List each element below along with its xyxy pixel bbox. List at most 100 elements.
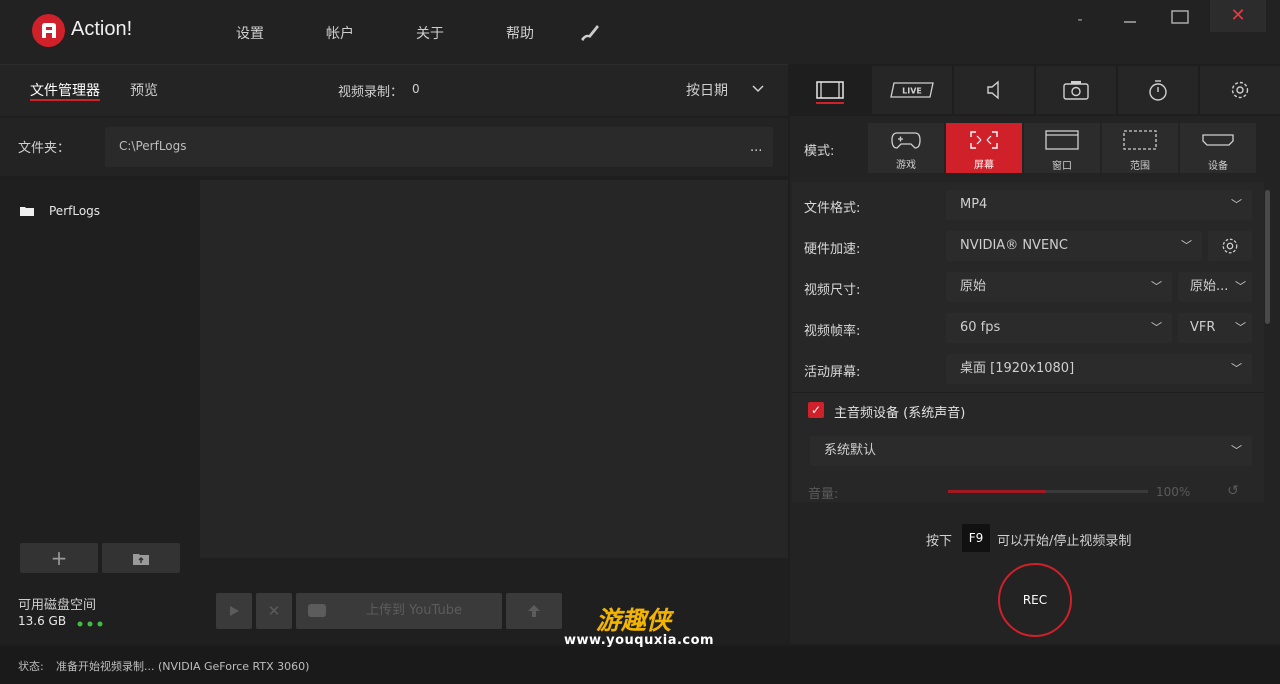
audio-device-value: 系统默认 [824, 443, 877, 458]
chevron-down-icon: ﹀ [1181, 239, 1192, 252]
tab-audio[interactable] [954, 66, 1034, 114]
speaker-icon [987, 80, 999, 100]
maximize-button[interactable] [1152, 4, 1208, 36]
hint-suffix: 可以开始/停止视频录制 [997, 534, 1132, 549]
hw-accel-label: 硬件加速: [804, 242, 861, 257]
tab-video-record[interactable] [790, 66, 870, 114]
video-size-label: 视频尺寸: [804, 283, 861, 298]
upload-button[interactable] [506, 593, 562, 629]
upload-youtube-button[interactable]: 上传到 YouTube [296, 593, 502, 629]
menu-about[interactable]: 关于 [416, 23, 444, 43]
tab-settings[interactable] [1200, 66, 1280, 114]
active-screen-label: 活动屏幕: [804, 365, 861, 380]
chevron-down-icon[interactable] [752, 82, 764, 98]
record-button[interactable]: REC [998, 563, 1072, 637]
settings-scrollbar[interactable] [1265, 190, 1270, 324]
mode-screen[interactable]: 屏幕 [946, 123, 1022, 173]
film-icon [816, 81, 844, 99]
close-button[interactable]: ✕ [1210, 0, 1266, 32]
active-right-tab-indicator [816, 102, 844, 104]
chevron-down-icon: ﹀ [1231, 198, 1242, 211]
folder-icon [20, 205, 34, 221]
video-size-value: 原始 [960, 279, 987, 294]
chevron-down-icon: ﹀ [1151, 321, 1162, 334]
hint-prefix: 按下 [926, 534, 953, 549]
menu-account[interactable]: 帐户 [326, 23, 354, 43]
disk-space-label: 可用磁盘空间 [18, 598, 97, 613]
video-size-dropdown[interactable]: 原始 ﹀ [946, 272, 1172, 302]
mode-region[interactable]: 范围 [1102, 123, 1178, 173]
minimize-button[interactable] [1102, 4, 1158, 36]
mode-game-label: 游戏 [896, 160, 916, 171]
folder-browse-button[interactable]: ... [750, 140, 762, 155]
sort-dropdown[interactable]: 按日期 [686, 80, 728, 100]
delete-button[interactable]: ✕ [256, 593, 292, 629]
video-preview-area [200, 180, 788, 558]
watermark-url: www.youquxia.com [564, 633, 715, 648]
folder-tree [0, 180, 200, 644]
chevron-down-icon: ﹀ [1231, 362, 1242, 375]
volume-slider-fill [948, 490, 1046, 493]
reset-icon[interactable]: ↺ [1222, 480, 1244, 502]
tab-preview[interactable]: 预览 [130, 80, 158, 100]
tree-item-perflogs[interactable]: PerfLogs [49, 204, 100, 218]
file-format-value: MP4 [960, 197, 988, 212]
main-audio-label: 主音频设备 (系统声音) [834, 406, 966, 421]
camera-icon [1063, 81, 1089, 100]
video-size-mode-value: 原始... [1190, 279, 1229, 294]
volume-label: 音量: [808, 487, 839, 502]
tab-screenshot[interactable] [1036, 66, 1116, 114]
disk-status-dots-icon [77, 616, 103, 631]
active-tab-indicator [30, 99, 100, 101]
volume-slider[interactable] [948, 490, 1148, 493]
folder-label: 文件夹： [18, 141, 71, 156]
live-icon: LIVE [890, 82, 934, 98]
active-screen-dropdown[interactable]: 桌面 [1920x1080] ﹀ [946, 354, 1252, 384]
frame-rate-label: 视频帧率: [804, 324, 861, 339]
active-screen-value: 桌面 [1920x1080] [960, 361, 1075, 376]
menu-settings[interactable]: 设置 [236, 23, 264, 43]
mode-window[interactable]: 窗口 [1024, 123, 1100, 173]
tab-timer[interactable] [1118, 66, 1198, 114]
disk-space-value: 13.6 GB [18, 614, 67, 628]
minimize-small-button[interactable]: - [1052, 4, 1108, 36]
video-count-label: 视频录制： [338, 85, 404, 100]
chevron-down-icon: ﹀ [1235, 321, 1246, 334]
file-format-dropdown[interactable]: MP4 ﹀ [946, 190, 1252, 220]
youtube-icon [308, 604, 326, 617]
chevron-down-icon: ﹀ [1151, 280, 1162, 293]
mode-device[interactable]: 设备 [1180, 123, 1256, 173]
play-button[interactable] [216, 593, 252, 629]
window-icon [1045, 130, 1079, 150]
chevron-down-icon: ﹀ [1231, 444, 1242, 457]
main-audio-checkbox[interactable]: ✓ [808, 402, 824, 418]
frame-rate-dropdown[interactable]: 60 fps ﹀ [946, 313, 1172, 343]
video-size-mode-dropdown[interactable]: 原始... ﹀ [1178, 272, 1252, 302]
open-folder-button[interactable] [102, 543, 180, 573]
upload-youtube-label: 上传到 YouTube [366, 603, 462, 618]
pen-icon[interactable] [580, 22, 600, 46]
audio-device-dropdown[interactable]: 系统默认 ﹀ [810, 436, 1252, 466]
frame-rate-value: 60 fps [960, 320, 1001, 335]
app-title: Action! [71, 18, 133, 40]
watermark-logo: 游趣侠 [596, 606, 672, 635]
mode-game[interactable]: 游戏 [868, 123, 944, 173]
frame-rate-mode-dropdown[interactable]: VFR ﹀ [1178, 313, 1252, 343]
status-label: 状态: [18, 660, 44, 673]
tab-live-stream[interactable]: LIVE [872, 66, 952, 114]
hw-accel-dropdown[interactable]: NVIDIA® NVENC ﹀ [946, 231, 1202, 261]
folder-path: C:\PerfLogs [119, 139, 187, 153]
mode-label: 模式: [804, 144, 835, 159]
add-folder-button[interactable]: + [20, 543, 98, 573]
folder-path-field[interactable] [105, 127, 773, 167]
gear-icon [1231, 81, 1249, 99]
volume-value: 100% [1156, 485, 1191, 499]
stopwatch-icon [1149, 80, 1167, 101]
hotkey-badge: F9 [962, 524, 990, 552]
hw-accel-settings-button[interactable] [1208, 231, 1252, 261]
mode-device-label: 设备 [1208, 161, 1228, 172]
file-format-label: 文件格式: [804, 201, 861, 216]
tab-file-manager[interactable]: 文件管理器 [30, 80, 100, 100]
region-select-icon [1123, 130, 1157, 150]
menu-help[interactable]: 帮助 [506, 23, 534, 43]
